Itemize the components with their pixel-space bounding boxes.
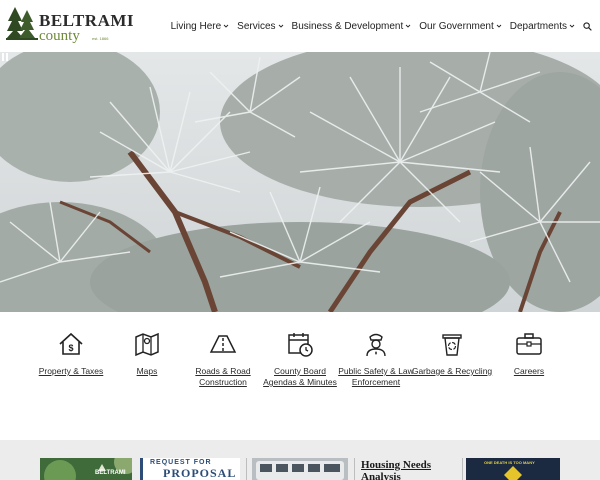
housing-title-line-1: Housing Needs [361, 459, 431, 471]
hero-slideshow [0, 52, 600, 312]
quick-link-careers[interactable]: Careers [487, 330, 571, 377]
divider [354, 458, 355, 480]
pine-tree-icon [6, 7, 38, 40]
quick-link-label: County Board Agendas & Minutes [263, 366, 337, 387]
news-card-rfp[interactable]: REQUEST FOR PROPOSAL [140, 458, 240, 480]
quick-link-label: Roads & Road Construction [195, 366, 251, 387]
nav-services[interactable]: Services [237, 21, 283, 32]
nav-departments[interactable]: Departments [510, 21, 575, 32]
news-card-bus[interactable] [252, 458, 348, 480]
news-band: BELTRAMI REQUEST FOR PROPOSAL Housing Ne… [0, 440, 600, 480]
quick-link-label: Maps [136, 366, 158, 376]
quick-link-garbage-recycling[interactable]: Garbage & Recycling [410, 330, 494, 377]
county-logo[interactable]: BELTRAMI county est. 1866 [6, 5, 134, 45]
quick-link-maps[interactable]: Maps [105, 330, 189, 377]
card-text: BELTRAMI [95, 470, 126, 476]
divider [246, 458, 247, 480]
nav-label: Living Here [170, 20, 222, 32]
quick-link-property-taxes[interactable]: $ Property & Taxes [29, 330, 113, 377]
nav-business-development[interactable]: Business & Development [292, 21, 412, 32]
search-icon[interactable] [583, 21, 592, 31]
recycle-bin-icon [442, 334, 462, 356]
chevron-down-icon [405, 24, 411, 28]
logo-name-sub: county [39, 28, 80, 44]
news-card-safety[interactable]: ONE DEATH IS TOO MANY [466, 458, 560, 480]
calendar-clock-icon [288, 333, 313, 357]
rfp-line-1: REQUEST FOR [150, 459, 212, 466]
nav-label: Our Government [419, 20, 494, 32]
main-nav: Living Here Services Business & Developm… [171, 18, 592, 34]
quick-link-label: Public Safety & Law Enforcement [338, 366, 414, 387]
news-card-housing[interactable]: Housing Needs Analysis [358, 458, 458, 480]
nav-label: Business & Development [291, 20, 404, 32]
svg-text:$: $ [68, 343, 73, 353]
briefcase-icon [516, 333, 542, 355]
quick-link-public-safety[interactable]: Public Safety & Law Enforcement [334, 330, 418, 388]
quick-link-roads[interactable]: Roads & Road Construction [181, 330, 265, 388]
divider [462, 458, 463, 480]
officer-icon [366, 333, 386, 357]
chevron-down-icon [278, 24, 283, 28]
nav-label: Services [237, 20, 276, 32]
house-dollar-icon: $ [59, 332, 83, 355]
map-pin-icon [135, 332, 159, 357]
quick-link-label: Careers [513, 366, 545, 376]
chevron-down-icon [223, 24, 229, 28]
road-icon [209, 335, 237, 353]
rfp-line-2: PROPOSAL [163, 466, 237, 480]
site-header: BELTRAMI county est. 1866 Living Here Se… [0, 0, 600, 52]
quick-link-label: Property & Taxes [38, 366, 104, 376]
nav-our-government[interactable]: Our Government [419, 20, 502, 32]
nav-label: Departments [509, 20, 567, 32]
nav-living-here[interactable]: Living Here [171, 21, 230, 32]
card-image [40, 458, 132, 480]
housing-title-line-2: Analysis [361, 471, 401, 480]
news-card-beltrami[interactable]: BELTRAMI [40, 458, 132, 480]
quick-link-county-board[interactable]: County Board Agendas & Minutes [258, 330, 342, 388]
card-image [252, 458, 348, 480]
logo-established: est. 1866 [92, 36, 109, 41]
quick-link-label: Garbage & Recycling [411, 366, 493, 376]
chevron-down-icon [569, 24, 575, 28]
hero-image [0, 52, 600, 312]
quick-links: $ Property & Taxes Maps Roads & Road Con… [0, 312, 600, 440]
card-text: ONE DEATH IS TOO MANY [484, 460, 535, 465]
chevron-down-icon [496, 24, 502, 28]
pause-slideshow-icon[interactable] [0, 52, 10, 62]
